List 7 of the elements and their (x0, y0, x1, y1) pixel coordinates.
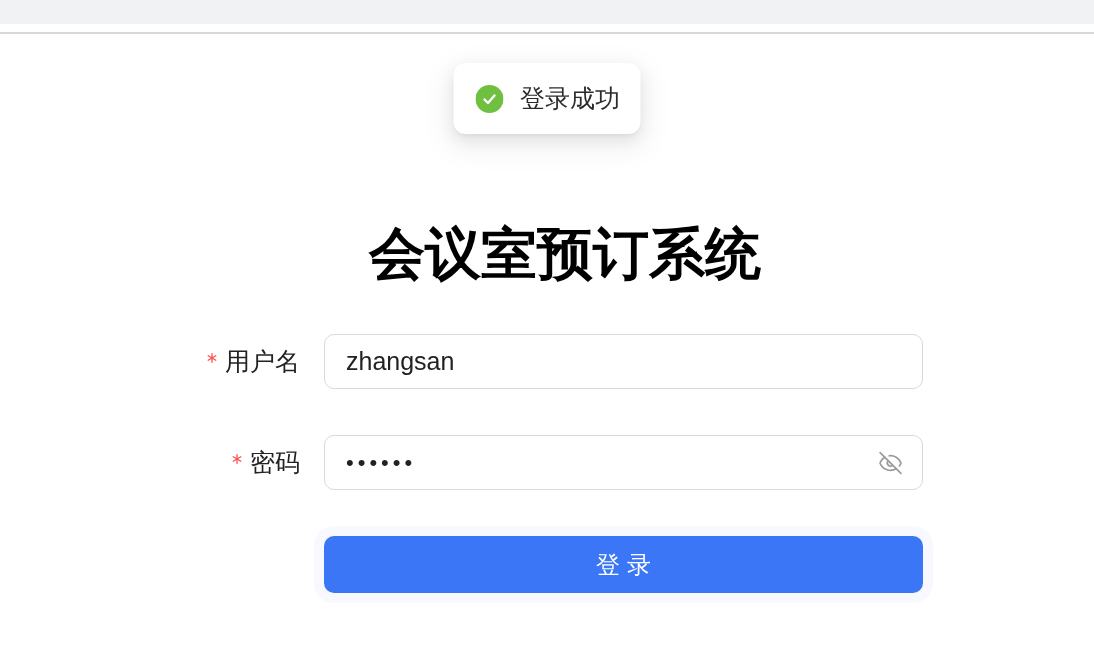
password-field[interactable]: •••••• (324, 435, 923, 491)
text-input-field[interactable]: zhangsan (324, 334, 923, 390)
toast-text: 登录成功 (519, 83, 620, 114)
eye-slash-icon[interactable] (878, 450, 903, 476)
field-label: 用户名 (225, 346, 300, 378)
field-label: 密码 (250, 447, 300, 479)
page-title: 会议室预订系统 (367, 221, 762, 287)
